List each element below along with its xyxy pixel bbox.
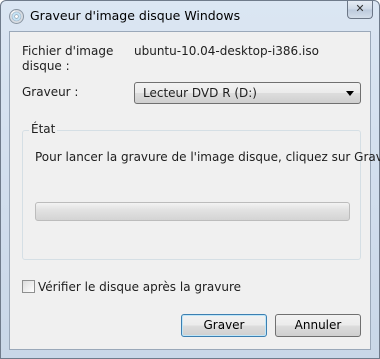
progress-bar <box>35 202 350 221</box>
verify-checkbox-label[interactable]: Vérifier le disque après la gravure <box>38 280 241 294</box>
burn-button[interactable]: Graver <box>181 314 267 337</box>
dialog-body: Fichier d'image disque : ubuntu-10.04-de… <box>9 31 380 350</box>
cancel-button[interactable]: Annuler <box>275 314 361 337</box>
close-icon: ✕ <box>355 2 365 15</box>
status-message: Pour lancer la gravure de l'image disque… <box>35 150 380 164</box>
disc-burner-icon <box>9 9 24 24</box>
file-label: Fichier d'image disque : <box>22 44 114 73</box>
burner-select[interactable]: Lecteur DVD R (D:) <box>134 82 361 104</box>
status-group-title: État <box>29 122 58 136</box>
verify-checkbox[interactable] <box>22 280 35 293</box>
dialog-window: Graveur d'image disque Windows ✕ Fichier… <box>0 0 380 359</box>
chevron-down-icon <box>346 91 354 96</box>
status-group: État Pour lancer la gravure de l'image d… <box>22 122 380 260</box>
close-button[interactable]: ✕ <box>347 1 373 19</box>
window-title: Graveur d'image disque Windows <box>30 8 241 23</box>
title-bar[interactable]: Graveur d'image disque Windows ✕ <box>1 1 379 31</box>
burner-select-value: Lecteur DVD R (D:) <box>143 86 257 100</box>
burner-label: Graveur : <box>22 85 79 99</box>
file-value: ubuntu-10.04-desktop-i386.iso <box>134 44 319 58</box>
